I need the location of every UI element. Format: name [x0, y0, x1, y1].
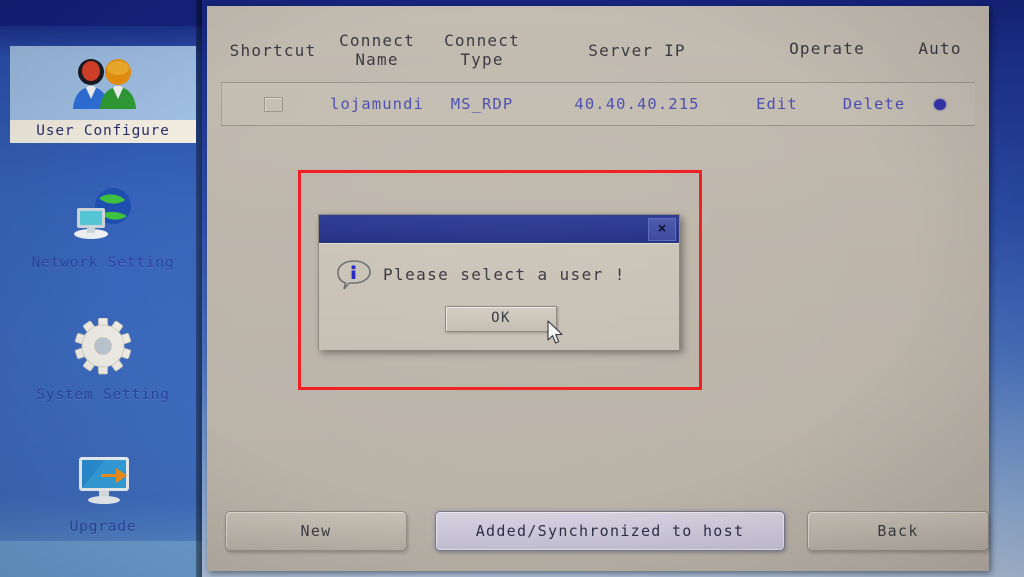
sidebar-item-label: System Setting: [36, 387, 170, 403]
sidebar-item-label: Network Setting: [31, 255, 175, 271]
info-bubble-icon: [337, 260, 371, 290]
dialog-body: Please select a user ! OK: [319, 243, 679, 350]
column-header-server-ip: Server IP: [588, 41, 686, 60]
sidebar-item-label: Upgrade: [69, 519, 137, 535]
alert-dialog: × Please select a user ! OK: [318, 214, 680, 350]
sidebar-item-user-configure[interactable]: User Configure: [10, 46, 196, 143]
column-header-operate: Operate: [789, 39, 865, 58]
close-icon[interactable]: ×: [648, 217, 676, 241]
column-header-connect-type-line2: Type: [460, 50, 504, 69]
edit-link[interactable]: Edit: [737, 83, 817, 125]
auto-radio[interactable]: [934, 98, 946, 110]
sidebar: User Configure Network Setting System Se…: [0, 0, 202, 577]
footer-button-bar: New Added/Synchronized to host Back: [207, 511, 989, 551]
sidebar-bottom-band: [0, 541, 202, 577]
table-row[interactable]: lojamundi MS_RDP 40.40.40.215 Edit Delet…: [221, 82, 975, 126]
sidebar-item-upgrade[interactable]: Upgrade: [10, 442, 196, 539]
row-connect-type: MS_RDP: [450, 95, 514, 113]
upgrade-icon: [10, 442, 196, 516]
sidebar-item-system-setting[interactable]: System Setting: [10, 310, 196, 407]
back-button[interactable]: Back: [807, 511, 989, 551]
sidebar-item-network-setting[interactable]: Network Setting: [10, 178, 196, 275]
main-panel: Shortcut Connect Name Connect Type Serve…: [207, 6, 989, 571]
row-shortcut-cell: [213, 83, 333, 125]
dialog-titlebar[interactable]: ×: [319, 215, 679, 243]
column-header-shortcut: Shortcut: [229, 41, 317, 60]
shortcut-checkbox[interactable]: [263, 96, 283, 112]
table-header: Shortcut Connect Name Connect Type Serve…: [207, 28, 989, 74]
column-header-connect-type-line1: Connect: [444, 31, 520, 50]
users-icon: [10, 46, 196, 120]
row-server-ip: 40.40.40.215: [574, 95, 700, 113]
column-header-connect-name-line2: Name: [355, 50, 399, 69]
column-header-auto: Auto: [918, 39, 962, 58]
screen-photo: User Configure Network Setting System Se…: [0, 0, 1024, 577]
new-button[interactable]: New: [225, 511, 407, 551]
column-header-connect-name-line1: Connect: [339, 31, 415, 50]
gear-icon: [10, 310, 196, 384]
dialog-message-row: Please select a user !: [335, 258, 626, 290]
sidebar-top-band: [0, 0, 202, 26]
sidebar-divider: [196, 0, 202, 577]
network-icon: [10, 178, 196, 252]
added-synchronized-to-host-button[interactable]: Added/Synchronized to host: [435, 511, 785, 551]
row-auto-cell: [897, 83, 983, 125]
ok-button[interactable]: OK: [445, 306, 557, 332]
row-connect-name[interactable]: lojamundi: [317, 83, 437, 125]
dialog-message-text: Please select a user !: [383, 264, 626, 284]
sidebar-item-label: User Configure: [10, 120, 196, 143]
